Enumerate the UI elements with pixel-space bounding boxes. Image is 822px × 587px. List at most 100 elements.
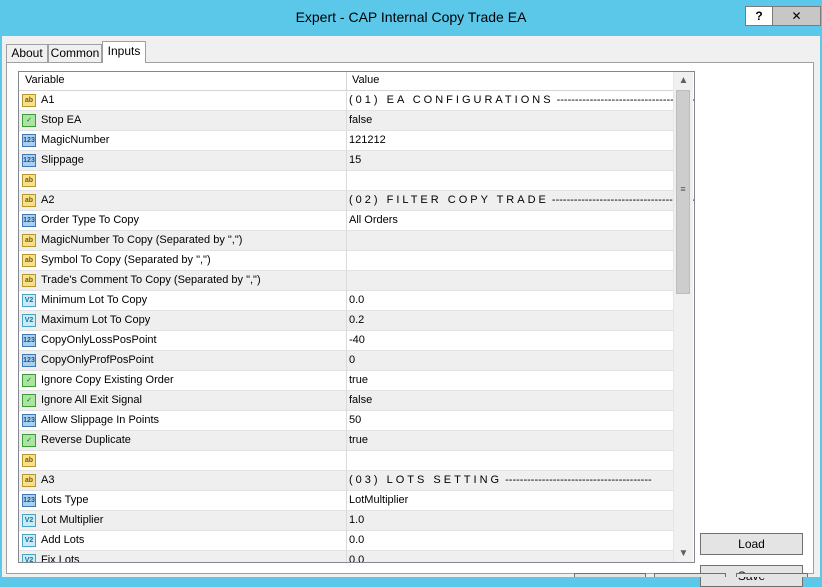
variable-name: CopyOnlyLossPosPoint xyxy=(41,334,157,346)
bool-type-icon: ✓ xyxy=(22,394,36,407)
column-header-variable[interactable]: Variable xyxy=(25,74,65,86)
table-row[interactable]: ab Symbol To Copy (Separated by ",") xyxy=(19,251,673,271)
cell-divider xyxy=(346,351,347,371)
variable-name: MagicNumber To Copy (Separated by ",") xyxy=(41,234,243,246)
variable-value[interactable]: false xyxy=(349,394,372,406)
variable-value[interactable]: 1.0 xyxy=(349,514,364,526)
variable-value[interactable]: (03) LOTS SETTING ----------------------… xyxy=(349,474,652,486)
cell-divider xyxy=(346,171,347,191)
variable-name: CopyOnlyProfPosPoint xyxy=(41,354,154,366)
variable-value[interactable]: -40 xyxy=(349,334,365,346)
int-type-icon: 123 xyxy=(22,354,36,367)
table-row[interactable]: ✓ Ignore All Exit Signal false xyxy=(19,391,673,411)
variable-name: Allow Slippage In Points xyxy=(41,414,160,426)
table-row[interactable]: ab MagicNumber To Copy (Separated by ",") xyxy=(19,231,673,251)
vertical-scrollbar[interactable]: ▲ ≡ ▼ xyxy=(673,72,693,562)
int-type-icon: 123 xyxy=(22,214,36,227)
variable-value[interactable]: LotMultiplier xyxy=(349,494,408,506)
variable-name: Fix Lots xyxy=(41,554,80,563)
cell-divider xyxy=(346,471,347,491)
variable-value[interactable]: All Orders xyxy=(349,214,398,226)
table-row[interactable]: 123 Allow Slippage In Points 50 xyxy=(19,411,673,431)
variable-name: Lot Multiplier xyxy=(41,514,104,526)
table-row[interactable]: ab xyxy=(19,171,673,191)
string-type-icon: ab xyxy=(22,174,36,187)
inputs-panel: Variable Value ab A1 (01) EA CONFIGURATION… xyxy=(6,62,814,587)
table-row[interactable]: ✓ Reverse Duplicate true xyxy=(19,431,673,451)
variable-value[interactable]: false xyxy=(349,114,372,126)
int-type-icon: 123 xyxy=(22,414,36,427)
table-row[interactable]: V2 Minimum Lot To Copy 0.0 xyxy=(19,291,673,311)
section-dash-line: ---------------------------------------- xyxy=(502,474,652,486)
bool-type-icon: ✓ xyxy=(22,374,36,387)
tab-inputs[interactable]: Inputs xyxy=(102,41,146,63)
scroll-down-arrow-icon[interactable]: ▼ xyxy=(674,545,693,562)
tab-common[interactable]: Common xyxy=(48,44,102,62)
cell-divider xyxy=(346,231,347,251)
table-row[interactable]: V2 Maximum Lot To Copy 0.2 xyxy=(19,311,673,331)
cell-divider xyxy=(346,111,347,131)
table-row[interactable]: 123 CopyOnlyLossPosPoint -40 xyxy=(19,331,673,351)
table-row[interactable]: ab Trade's Comment To Copy (Separated by … xyxy=(19,271,673,291)
section-title: (02) FILTER COPY TRADE xyxy=(349,194,549,206)
cell-divider xyxy=(346,491,347,511)
cancel-button[interactable] xyxy=(654,573,726,577)
ok-button[interactable] xyxy=(574,573,646,577)
variable-name: Maximum Lot To Copy xyxy=(41,314,151,326)
scroll-thumb[interactable]: ≡ xyxy=(676,90,690,294)
cell-divider xyxy=(346,431,347,451)
tab-about[interactable]: About xyxy=(6,44,48,62)
variable-value[interactable]: true xyxy=(349,434,368,446)
variable-value[interactable]: 0.0 xyxy=(349,294,364,306)
cell-divider xyxy=(346,251,347,271)
close-button[interactable]: ✕ xyxy=(773,6,821,26)
cell-divider xyxy=(346,551,347,562)
reset-button[interactable] xyxy=(736,573,808,577)
table-row[interactable]: V2 Fix Lots 0.0 xyxy=(19,551,673,563)
table-row[interactable]: ab A2 (02) FILTER COPY TRADE -------------… xyxy=(19,191,694,211)
cell-divider xyxy=(346,511,347,531)
variable-value[interactable]: 50 xyxy=(349,414,361,426)
table-row[interactable]: 123 Order Type To Copy All Orders xyxy=(19,211,673,231)
table-row[interactable]: ab A3 (03) LOTS SETTING ------------------… xyxy=(19,471,673,491)
table-row[interactable]: V2 Lot Multiplier 1.0 xyxy=(19,511,673,531)
scroll-up-arrow-icon[interactable]: ▲ xyxy=(674,72,693,89)
table-row[interactable]: 123 MagicNumber 121212 xyxy=(19,131,673,151)
variable-value[interactable]: 0.2 xyxy=(349,314,364,326)
inputs-grid[interactable]: Variable Value ab A1 (01) EA CONFIGURATION… xyxy=(18,71,695,563)
string-type-icon: ab xyxy=(22,474,36,487)
cell-divider xyxy=(346,371,347,391)
string-type-icon: ab xyxy=(22,254,36,267)
column-header-value[interactable]: Value xyxy=(352,74,379,86)
column-divider[interactable] xyxy=(346,72,347,90)
variable-value[interactable]: true xyxy=(349,374,368,386)
table-row[interactable]: 123 Slippage 15 xyxy=(19,151,673,171)
variable-value[interactable]: 121212 xyxy=(349,134,386,146)
variable-name: Reverse Duplicate xyxy=(41,434,131,446)
variable-value[interactable]: 0.0 xyxy=(349,534,364,546)
help-button[interactable]: ? xyxy=(745,6,773,26)
variable-value[interactable]: 0 xyxy=(349,354,355,366)
table-row[interactable]: ✓ Stop EA false xyxy=(19,111,673,131)
variable-value[interactable]: 0.0 xyxy=(349,554,364,562)
variable-name: Lots Type xyxy=(41,494,89,506)
variable-value[interactable]: (02) FILTER COPY TRADE -----------------… xyxy=(349,194,694,206)
cell-divider xyxy=(346,271,347,291)
variable-name: Ignore All Exit Signal xyxy=(41,394,142,406)
variable-name: Stop EA xyxy=(41,114,82,126)
table-row[interactable]: ab A1 (01) EA CONFIGURATIONS -------------… xyxy=(19,91,694,111)
variable-name: A1 xyxy=(41,94,55,106)
table-row[interactable]: ✓ Ignore Copy Existing Order true xyxy=(19,371,673,391)
table-row[interactable]: V2 Add Lots 0.0 xyxy=(19,531,673,551)
table-row[interactable]: ab xyxy=(19,451,673,471)
variable-value[interactable]: (01) EA CONFIGURATIONS -----------------… xyxy=(349,94,694,106)
cell-divider xyxy=(346,411,347,431)
table-row[interactable]: 123 Lots Type LotMultiplier xyxy=(19,491,673,511)
int-type-icon: 123 xyxy=(22,134,36,147)
cell-divider xyxy=(346,331,347,351)
cell-divider xyxy=(346,91,347,111)
window-title: Expert - CAP Internal Copy Trade EA xyxy=(295,9,527,25)
table-row[interactable]: 123 CopyOnlyProfPosPoint 0 xyxy=(19,351,673,371)
load-button[interactable]: Load xyxy=(700,533,803,555)
variable-value[interactable]: 15 xyxy=(349,154,361,166)
